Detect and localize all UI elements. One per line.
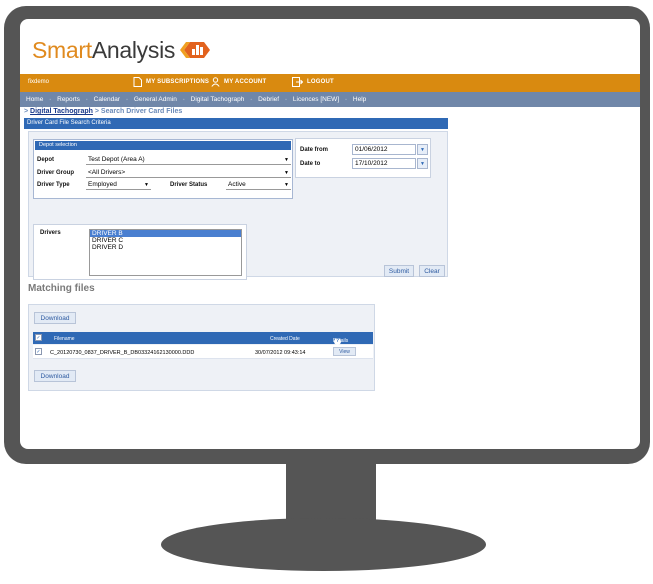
monitor: SmartAnalysis fixdemo MY SUBSCRIPTIONS M… [0, 0, 653, 584]
download-button-bottom[interactable]: Download [34, 370, 76, 382]
list-item[interactable]: DRIVER C [90, 237, 241, 244]
nav-calendar[interactable]: Calendar [94, 96, 120, 103]
nav-licences[interactable]: Licences [NEW] [293, 96, 339, 103]
logo-analysis-text: Analysis [91, 36, 176, 63]
nav-separator: ▪ [285, 96, 287, 103]
top-bar: fixdemo MY SUBSCRIPTIONS MY ACCOUNT LOGO… [20, 74, 640, 92]
files-table-header: ✓ Filename Created Date Details? [33, 332, 373, 345]
row-created-date: 30/07/2012 09:43:14 [255, 349, 306, 356]
dropdown-arrow-icon: ▼ [284, 182, 289, 188]
date-range-box: Date from 01/06/2012 ▼ Date to 17/10/201… [295, 138, 431, 178]
matching-files-title: Matching files [28, 283, 95, 294]
breadcrumb-prefix: > [24, 108, 29, 115]
dropdown-arrow-icon: ▼ [284, 170, 289, 176]
row-checkbox[interactable]: ✓ [35, 348, 42, 355]
depot-selection-box: Depot selection Depot Test Depot (Area A… [33, 139, 293, 199]
nav-general-admin[interactable]: General Admin [134, 96, 177, 103]
nav-digital-tachograph[interactable]: Digital Tachograph [191, 96, 245, 103]
depot-select[interactable]: Test Depot (Area A) ▼ [86, 155, 291, 165]
nav-separator: ▪ [345, 96, 347, 103]
submit-button[interactable]: Submit [384, 265, 414, 277]
nav-help[interactable]: Help [353, 96, 366, 103]
nav-debrief[interactable]: Debrief [258, 96, 279, 103]
date-from-label: Date from [300, 147, 329, 153]
user-icon [211, 77, 220, 87]
driver-group-value: <All Drivers> [88, 169, 126, 176]
driver-type-select[interactable]: Employed ▼ [86, 180, 151, 190]
logout-label: LOGOUT [307, 79, 334, 85]
monitor-neck [286, 464, 376, 524]
my-subscriptions-link[interactable]: MY SUBSCRIPTIONS [133, 77, 209, 87]
nav-separator: ▪ [85, 96, 88, 103]
logout-icon [292, 77, 303, 87]
logout-link[interactable]: LOGOUT [292, 77, 334, 87]
drivers-label: Drivers [40, 230, 61, 236]
select-all-checkbox[interactable]: ✓ [35, 334, 42, 341]
driver-type-value: Employed [88, 181, 117, 188]
logo-chart-icon [180, 42, 211, 58]
table-row: ✓ C_20120730_0837_DRIVER_B_DB03324162130… [33, 345, 373, 359]
monitor-screen: SmartAnalysis fixdemo MY SUBSCRIPTIONS M… [20, 19, 640, 449]
column-created-date: Created Date [270, 335, 300, 342]
username: fixdemo [28, 79, 50, 85]
breadcrumb-current: > Search Driver Card Files [94, 108, 183, 115]
my-account-label: MY ACCOUNT [224, 79, 267, 85]
depot-label: Depot [37, 157, 54, 163]
nav-separator: ▪ [126, 96, 128, 103]
breadcrumb: > Digital Tachograph > Search Driver Car… [24, 108, 182, 115]
breadcrumb-digital-tachograph-link[interactable]: Digital Tachograph [30, 108, 93, 115]
driver-group-label: Driver Group [37, 170, 75, 176]
date-to-input[interactable]: 17/10/2012 [352, 158, 416, 169]
nav-separator: ▪ [182, 96, 185, 103]
list-item[interactable]: DRIVER D [90, 244, 241, 251]
date-from-picker-icon[interactable]: ▼ [417, 144, 428, 155]
nav-reports[interactable]: Reports [57, 96, 80, 103]
nav-separator: ▪ [250, 96, 253, 103]
monitor-base [161, 518, 486, 571]
drivers-listbox[interactable]: DRIVER B DRIVER C DRIVER D [89, 229, 242, 276]
driver-group-select[interactable]: <All Drivers> ▼ [86, 168, 291, 178]
date-to-picker-icon[interactable]: ▼ [417, 158, 428, 169]
smartanalysis-logo[interactable]: SmartAnalysis [32, 35, 214, 65]
depot-value: Test Depot (Area A) [88, 156, 145, 163]
download-button[interactable]: Download [34, 312, 76, 324]
matching-files-panel: Download ✓ Filename Created Date Details… [28, 304, 375, 391]
my-subscriptions-label: MY SUBSCRIPTIONS [146, 79, 210, 85]
list-item[interactable]: DRIVER B [90, 230, 241, 237]
depot-selection-header: Depot selection [35, 141, 291, 150]
driver-status-select[interactable]: Active ▼ [226, 180, 291, 190]
document-icon [133, 77, 142, 87]
nav-home[interactable]: Home [26, 96, 43, 103]
main-nav: Home ▪ Reports ▪ Calendar ▪ General Admin ▪ … [20, 92, 640, 107]
help-icon[interactable]: ? [334, 337, 341, 345]
row-filename: C_20120730_0837_DRIVER_B_DB0332416213000… [50, 349, 195, 356]
nav-separator: ▪ [49, 96, 52, 103]
dropdown-arrow-icon: ▼ [284, 157, 289, 163]
column-filename: Filename [54, 335, 75, 342]
drivers-box: Drivers DRIVER B DRIVER C DRIVER D [33, 224, 247, 280]
date-from-input[interactable]: 01/06/2012 [352, 144, 416, 155]
driver-status-label: Driver Status [170, 182, 208, 188]
clear-button[interactable]: Clear [419, 265, 445, 277]
logo-smart-text: Smart [32, 36, 92, 63]
driver-type-label: Driver Type [37, 182, 70, 188]
my-account-link[interactable]: MY ACCOUNT [211, 77, 266, 87]
view-button[interactable]: View [333, 347, 356, 356]
search-criteria-panel: Depot selection Depot Test Depot (Area A… [28, 131, 448, 280]
date-to-label: Date to [300, 161, 321, 167]
driver-status-value: Active [228, 181, 246, 188]
search-criteria-header: Driver Card File Search Criteria [24, 118, 448, 129]
dropdown-arrow-icon: ▼ [144, 182, 149, 188]
